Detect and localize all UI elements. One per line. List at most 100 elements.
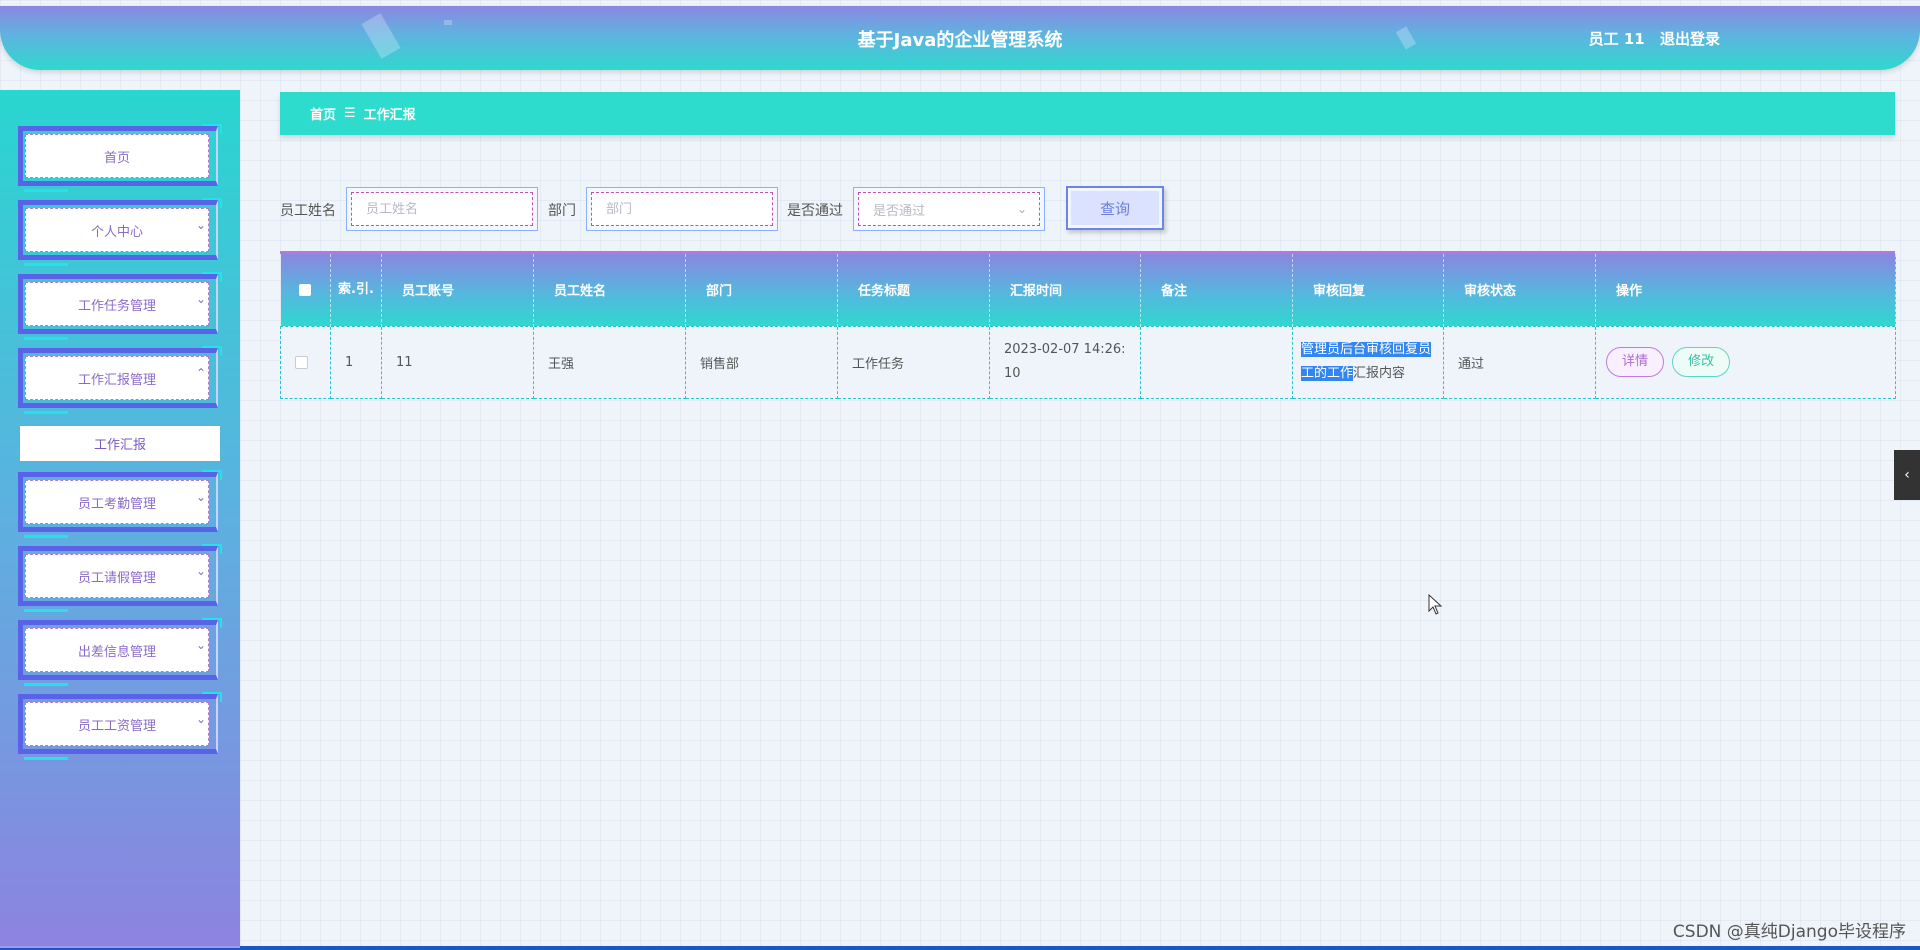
passed-select-placeholder: 是否通过 <box>873 203 926 219</box>
passed-select-inner: 是否通过 ⌄ <box>858 192 1040 226</box>
department-inner <box>591 192 773 226</box>
sidebar-item-leave-management[interactable]: 员工请假管理 ⌄ <box>18 544 222 612</box>
menu-frame-accent <box>24 263 68 266</box>
cell-review-reply: 管理员后台审核回复员工的工作汇报内容 <box>1292 325 1444 399</box>
decor-shape <box>444 20 452 25</box>
sidebar-item-label: 员工工资管理 <box>25 702 209 746</box>
menu-frame-accent <box>24 337 68 340</box>
sidebar-item-label: 员工考勤管理 <box>25 480 209 524</box>
row-select-cell <box>280 325 331 399</box>
chevron-down-icon: ⌄ <box>195 218 206 232</box>
menu-frame-accent <box>202 618 222 628</box>
cell-review-status: 通过 <box>1443 325 1596 399</box>
menu-frame-accent <box>24 411 68 414</box>
header-review-status: 审核状态 <box>1443 254 1596 326</box>
sidebar-item-label: 首页 <box>25 134 209 178</box>
sidebar-item-home[interactable]: 首页 <box>18 124 222 192</box>
cell-department: 销售部 <box>685 325 838 399</box>
menu-frame-accent <box>202 544 222 554</box>
top-header: 基于Java的企业管理系统 员工 11 退出登录 <box>0 6 1920 70</box>
sidebar-item-label: 工作任务管理 <box>25 282 209 326</box>
menu-frame-accent <box>24 535 68 538</box>
menu-frame-accent <box>202 198 222 208</box>
menu-frame-accent <box>24 683 68 686</box>
chevron-down-icon: ⌄ <box>195 490 206 504</box>
header-report-time: 汇报时间 <box>989 254 1141 326</box>
sidebar-item-personal-center[interactable]: 个人中心 ⌄ <box>18 198 222 266</box>
header-index: 索.引. <box>330 254 382 326</box>
table-header-row: 索.引. 员工账号 员工姓名 部门 任务标题 汇报时间 备注 审核回复 审核状态… <box>280 254 1896 326</box>
department-field[interactable] <box>586 187 778 231</box>
chevron-left-icon: ‹ <box>1904 467 1910 483</box>
cell-task-title: 工作任务 <box>837 325 990 399</box>
employee-name-input[interactable] <box>366 201 532 217</box>
sidebar-subitem-work-report[interactable]: 工作汇报 <box>20 426 220 461</box>
department-input[interactable] <box>606 201 772 217</box>
cell-actions: 详情 修改 <box>1595 325 1896 399</box>
passed-select[interactable]: 是否通过 ⌄ <box>853 187 1045 231</box>
header-review-reply: 审核回复 <box>1292 254 1444 326</box>
menu-frame-accent <box>24 757 68 760</box>
sidebar-item-label: 出差信息管理 <box>25 628 209 672</box>
employee-name-label: 员工姓名 <box>280 203 336 219</box>
sidebar-item-report-management[interactable]: 工作汇报管理 ⌃ <box>18 346 222 414</box>
header-account: 员工账号 <box>381 254 534 326</box>
chevron-down-icon: ⌄ <box>195 712 206 726</box>
menu-frame-accent <box>202 272 222 282</box>
mouse-cursor-icon <box>1428 594 1443 615</box>
logout-link[interactable]: 退出登录 <box>1660 30 1720 48</box>
cell-note <box>1140 325 1293 399</box>
menu-frame-accent <box>202 346 222 356</box>
select-all-header <box>280 254 331 326</box>
menu-frame-accent <box>24 609 68 612</box>
query-button-label: 查询 <box>1071 191 1159 225</box>
chevron-down-icon: ⌄ <box>1016 202 1027 216</box>
header-task-title: 任务标题 <box>837 254 990 326</box>
sidebar-item-label: 个人中心 <box>25 208 209 252</box>
bottom-border <box>0 946 1920 950</box>
chevron-down-icon: ⌄ <box>195 638 206 652</box>
reply-rest-text: 汇报内容 <box>1353 366 1406 381</box>
sidebar-item-label: 员工请假管理 <box>25 554 209 598</box>
header-name: 员工姓名 <box>533 254 686 326</box>
menu-frame-accent <box>202 470 222 480</box>
sidebar-item-business-trip-management[interactable]: 出差信息管理 ⌄ <box>18 618 222 686</box>
chevron-up-icon: ⌃ <box>195 366 206 380</box>
sidebar-item-salary-management[interactable]: 员工工资管理 ⌄ <box>18 692 222 760</box>
sidebar-item-task-management[interactable]: 工作任务管理 ⌄ <box>18 272 222 340</box>
table-row: 1 11 王强 销售部 工作任务 2023-02-07 14:26:10 管理员… <box>280 325 1896 399</box>
sidebar-item-attendance-management[interactable]: 员工考勤管理 ⌄ <box>18 470 222 538</box>
page-background <box>0 0 1920 950</box>
breadcrumb-home[interactable]: 首页 <box>310 104 336 123</box>
header-note: 备注 <box>1140 254 1293 326</box>
employee-name-inner <box>351 192 533 226</box>
select-all-checkbox[interactable] <box>299 283 312 296</box>
cell-index: 1 <box>330 325 382 399</box>
sidebar-item-label: 工作汇报管理 <box>25 356 209 400</box>
header-department: 部门 <box>685 254 838 326</box>
side-panel-toggle[interactable]: ‹ <box>1894 450 1920 500</box>
breadcrumb-current: 工作汇报 <box>363 108 416 123</box>
menu-frame-accent <box>24 189 68 192</box>
sidebar: 首页 个人中心 ⌄ 工作任务管理 ⌄ 工作汇报管理 ⌃ 工作汇报 员工考勤管理 … <box>0 90 240 946</box>
department-label: 部门 <box>548 203 576 219</box>
cell-account: 11 <box>381 325 534 399</box>
detail-button[interactable]: 详情 <box>1606 347 1665 377</box>
chevron-down-icon: ⌄ <box>195 292 206 306</box>
passed-label: 是否通过 <box>787 203 843 219</box>
user-name: 员工 11 <box>1588 30 1645 48</box>
watermark: CSDN @真纯Django毕设程序 <box>1672 922 1906 942</box>
employee-name-field[interactable] <box>346 187 538 231</box>
chevron-down-icon: ⌄ <box>195 564 206 578</box>
bottom-border-accent <box>0 946 240 948</box>
menu-frame-accent <box>202 692 222 702</box>
user-area: 员工 11 退出登录 <box>1579 28 1720 49</box>
report-table: 索.引. 员工账号 员工姓名 部门 任务标题 汇报时间 备注 审核回复 审核状态… <box>280 251 1896 399</box>
cell-report-time: 2023-02-07 14:26:10 <box>989 325 1141 399</box>
breadcrumb: 首页 ☰ 工作汇报 <box>280 92 1895 135</box>
row-checkbox[interactable] <box>295 355 308 369</box>
menu-frame-accent <box>202 124 222 134</box>
query-button[interactable]: 查询 <box>1066 186 1164 230</box>
cell-name: 王强 <box>533 325 686 399</box>
edit-button[interactable]: 修改 <box>1672 347 1731 377</box>
